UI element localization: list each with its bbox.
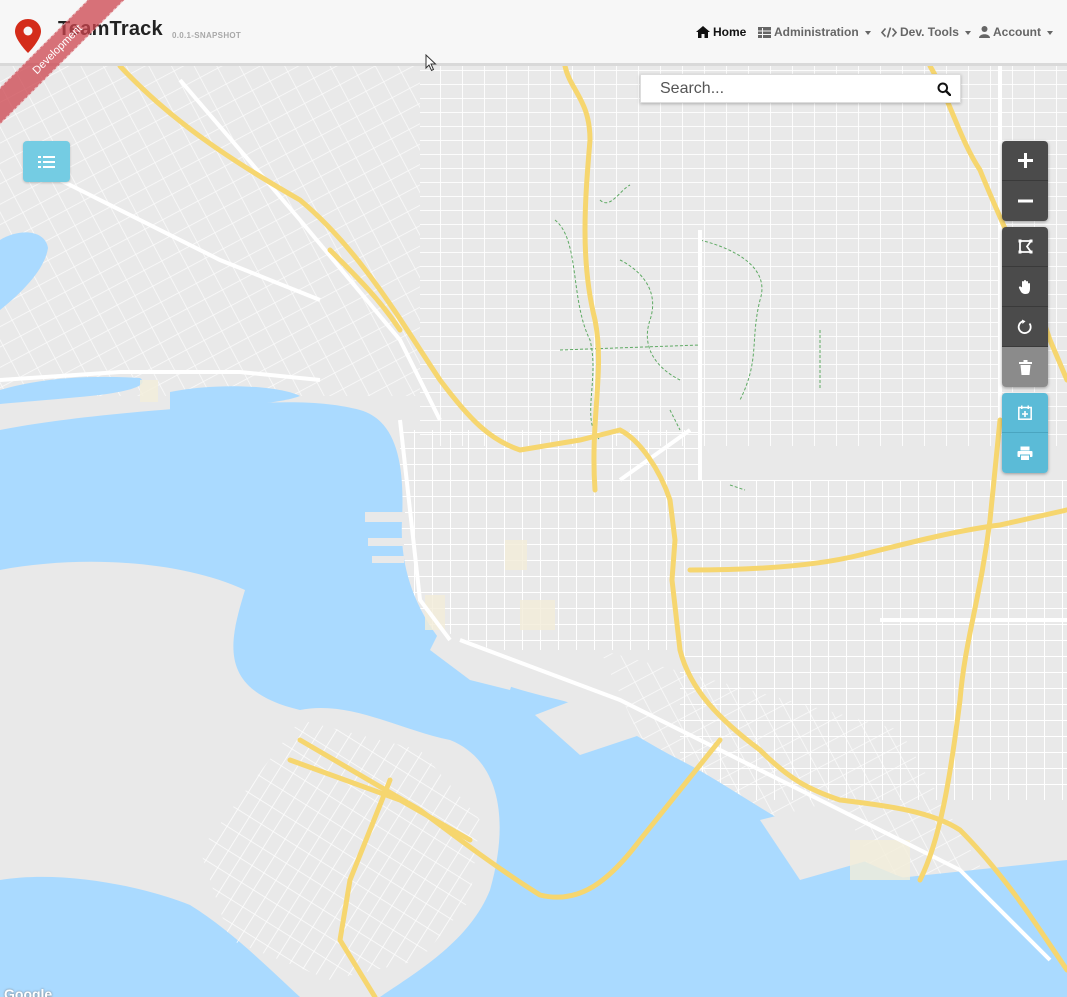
map-pin-logo-icon[interactable] [14,19,42,53]
nav-account[interactable]: Account [979,25,1053,39]
pan-button[interactable] [1002,267,1048,307]
nav-account-label: Account [993,25,1041,39]
zoom-out-icon [1017,199,1033,203]
list-icon [38,155,55,168]
map-canvas[interactable] [0,66,1067,997]
nav-administration[interactable]: Administration [758,25,871,39]
user-icon [979,26,990,38]
action-tools [1002,393,1048,473]
google-attribution: Google [4,986,53,997]
print-button[interactable] [1002,433,1048,473]
nav-dev-tools-label: Dev. Tools [900,25,959,39]
print-icon [1017,446,1033,461]
drawing-tools [1002,227,1048,387]
top-navbar: TeamTrack 0.0.1-SNAPSHOT Home Administra… [0,0,1067,66]
search-button[interactable] [928,75,960,102]
nav-home-label: Home [713,25,747,39]
add-event-button[interactable] [1002,393,1048,433]
code-icon [881,26,897,38]
nav-administration-label: Administration [774,25,859,39]
brand-title[interactable]: TeamTrack [58,18,163,41]
page: TeamTrack 0.0.1-SNAPSHOT Home Administra… [0,0,1067,997]
zoom-controls [1002,141,1048,221]
zoom-in-icon [1017,153,1033,168]
home-icon [696,26,710,38]
nav-dev-tools[interactable]: Dev. Tools [881,25,971,39]
zoom-in-button[interactable] [1002,141,1048,181]
refresh-circle-icon [1017,319,1032,334]
calendar-add-icon [1018,405,1032,420]
caret-down-icon [864,30,871,35]
nav-home[interactable]: Home [696,25,746,39]
draw-polygon-button[interactable] [1002,227,1048,267]
search-icon [937,82,951,96]
caret-down-icon [1047,30,1053,35]
draw-polygon-icon [1018,239,1033,254]
refresh-button[interactable] [1002,307,1048,347]
mouse-cursor-icon [425,54,437,72]
caret-down-icon [964,30,971,35]
delete-button[interactable] [1002,347,1048,387]
zoom-out-button[interactable] [1002,181,1048,221]
table-icon [758,26,771,38]
version-label: 0.0.1-SNAPSHOT [172,31,242,40]
search-input[interactable] [641,75,928,102]
search-box [640,74,961,103]
trash-icon [1018,359,1032,375]
list-toggle-button[interactable] [23,141,70,182]
pan-hand-icon [1018,279,1030,294]
